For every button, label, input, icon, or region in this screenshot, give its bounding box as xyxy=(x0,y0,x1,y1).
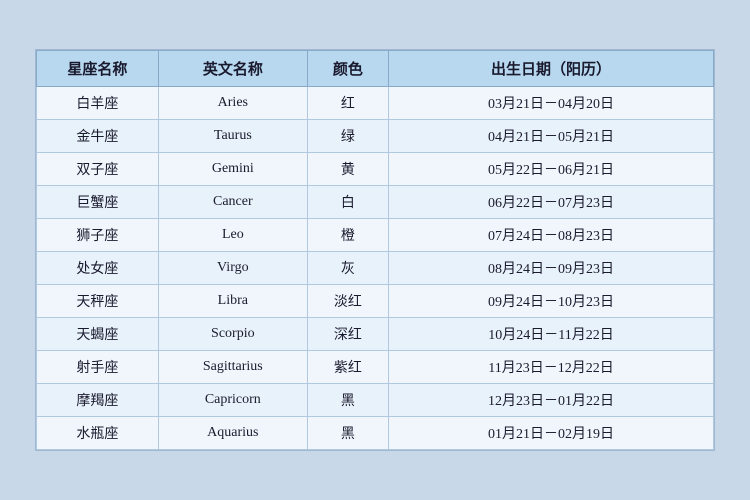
cell-date: 05月22日－06月21日 xyxy=(389,153,714,186)
cell-english: Leo xyxy=(158,219,307,252)
table-row: 天蝎座Scorpio深红10月24日－11月22日 xyxy=(37,318,714,351)
header-birthday: 出生日期（阳历） xyxy=(389,51,714,87)
cell-color: 黄 xyxy=(307,153,388,186)
cell-date: 12月23日－01月22日 xyxy=(389,384,714,417)
cell-color: 黑 xyxy=(307,417,388,450)
cell-chinese: 双子座 xyxy=(37,153,159,186)
cell-chinese: 天秤座 xyxy=(37,285,159,318)
cell-color: 黑 xyxy=(307,384,388,417)
cell-chinese: 巨蟹座 xyxy=(37,186,159,219)
cell-chinese: 天蝎座 xyxy=(37,318,159,351)
cell-color: 橙 xyxy=(307,219,388,252)
cell-date: 01月21日－02月19日 xyxy=(389,417,714,450)
zodiac-table-container: 星座名称 英文名称 颜色 出生日期（阳历） 白羊座Aries红03月21日－04… xyxy=(35,49,715,451)
table-row: 射手座Sagittarius紫红11月23日－12月22日 xyxy=(37,351,714,384)
table-row: 天秤座Libra淡红09月24日－10月23日 xyxy=(37,285,714,318)
cell-chinese: 金牛座 xyxy=(37,120,159,153)
cell-date: 06月22日－07月23日 xyxy=(389,186,714,219)
cell-chinese: 处女座 xyxy=(37,252,159,285)
table-body: 白羊座Aries红03月21日－04月20日金牛座Taurus绿04月21日－0… xyxy=(37,87,714,450)
table-row: 处女座Virgo灰08月24日－09月23日 xyxy=(37,252,714,285)
cell-chinese: 白羊座 xyxy=(37,87,159,120)
cell-color: 绿 xyxy=(307,120,388,153)
cell-chinese: 狮子座 xyxy=(37,219,159,252)
cell-color: 深红 xyxy=(307,318,388,351)
cell-date: 07月24日－08月23日 xyxy=(389,219,714,252)
cell-date: 09月24日－10月23日 xyxy=(389,285,714,318)
cell-chinese: 射手座 xyxy=(37,351,159,384)
cell-english: Gemini xyxy=(158,153,307,186)
cell-date: 10月24日－11月22日 xyxy=(389,318,714,351)
table-row: 狮子座Leo橙07月24日－08月23日 xyxy=(37,219,714,252)
table-row: 摩羯座Capricorn黑12月23日－01月22日 xyxy=(37,384,714,417)
cell-chinese: 水瓶座 xyxy=(37,417,159,450)
cell-color: 灰 xyxy=(307,252,388,285)
cell-color: 红 xyxy=(307,87,388,120)
table-header-row: 星座名称 英文名称 颜色 出生日期（阳历） xyxy=(37,51,714,87)
cell-color: 白 xyxy=(307,186,388,219)
cell-english: Libra xyxy=(158,285,307,318)
cell-date: 04月21日－05月21日 xyxy=(389,120,714,153)
table-row: 巨蟹座Cancer白06月22日－07月23日 xyxy=(37,186,714,219)
cell-chinese: 摩羯座 xyxy=(37,384,159,417)
cell-color: 紫红 xyxy=(307,351,388,384)
header-color: 颜色 xyxy=(307,51,388,87)
cell-english: Aquarius xyxy=(158,417,307,450)
header-english-name: 英文名称 xyxy=(158,51,307,87)
cell-date: 11月23日－12月22日 xyxy=(389,351,714,384)
cell-english: Cancer xyxy=(158,186,307,219)
table-row: 双子座Gemini黄05月22日－06月21日 xyxy=(37,153,714,186)
cell-english: Scorpio xyxy=(158,318,307,351)
cell-english: Capricorn xyxy=(158,384,307,417)
cell-date: 03月21日－04月20日 xyxy=(389,87,714,120)
cell-english: Aries xyxy=(158,87,307,120)
zodiac-table: 星座名称 英文名称 颜色 出生日期（阳历） 白羊座Aries红03月21日－04… xyxy=(36,50,714,450)
table-row: 水瓶座Aquarius黑01月21日－02月19日 xyxy=(37,417,714,450)
cell-english: Virgo xyxy=(158,252,307,285)
cell-english: Sagittarius xyxy=(158,351,307,384)
table-row: 金牛座Taurus绿04月21日－05月21日 xyxy=(37,120,714,153)
header-chinese-name: 星座名称 xyxy=(37,51,159,87)
cell-color: 淡红 xyxy=(307,285,388,318)
cell-date: 08月24日－09月23日 xyxy=(389,252,714,285)
table-row: 白羊座Aries红03月21日－04月20日 xyxy=(37,87,714,120)
cell-english: Taurus xyxy=(158,120,307,153)
